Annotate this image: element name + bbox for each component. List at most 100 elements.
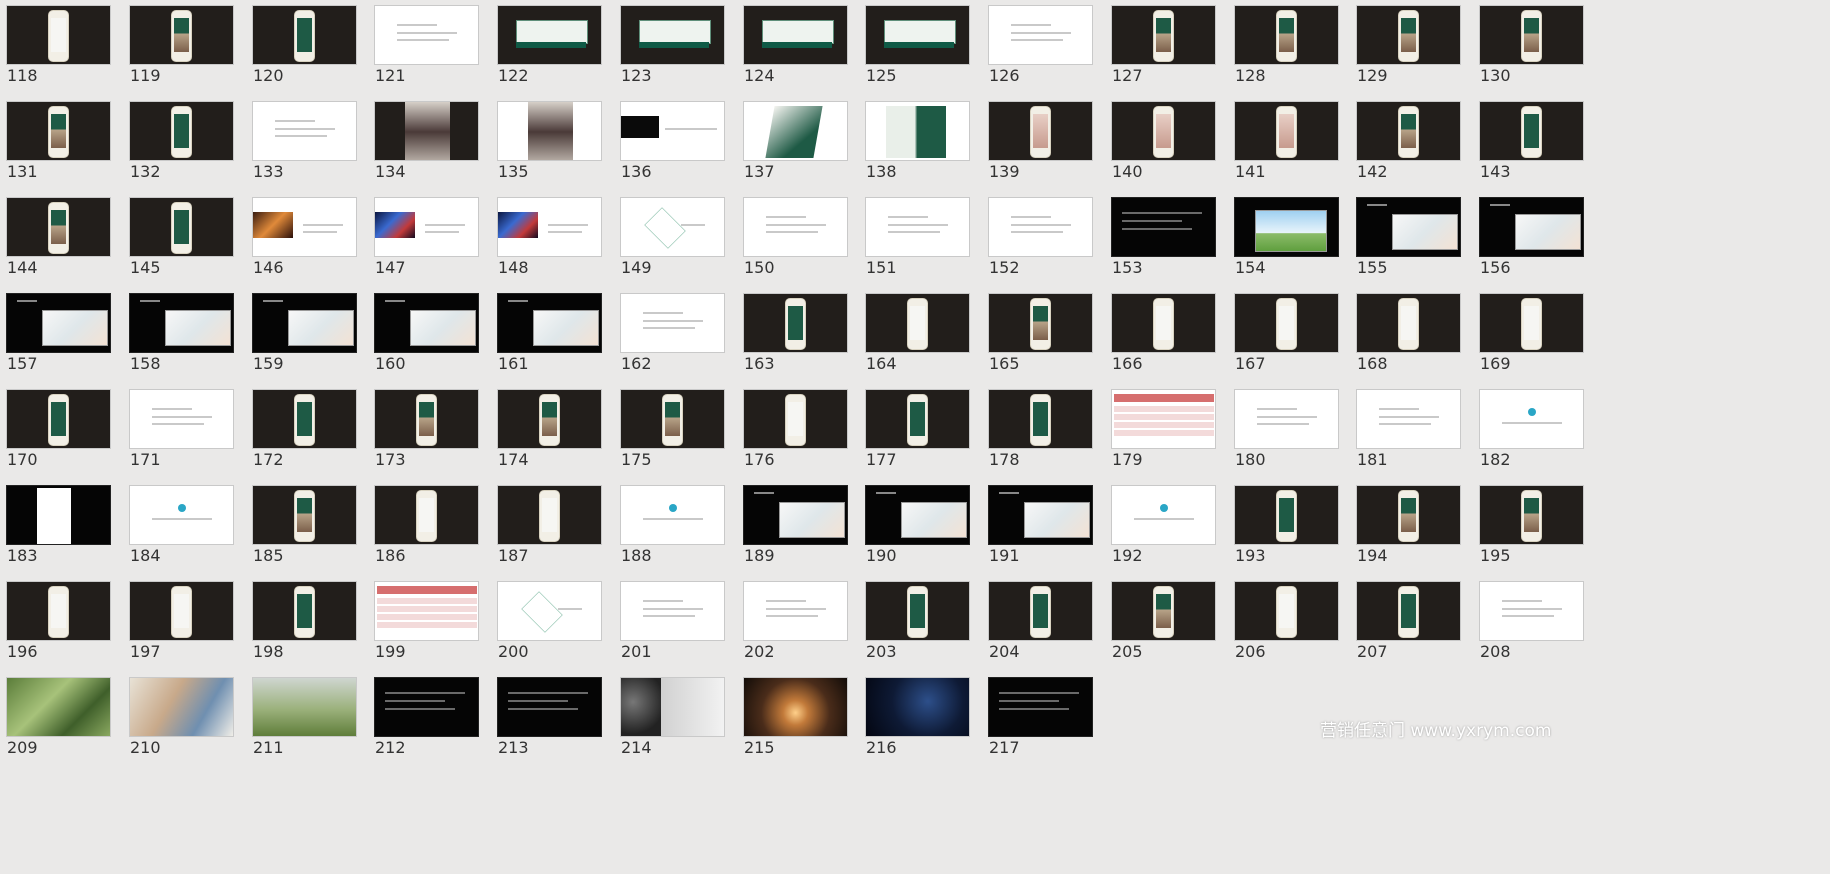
slide-thumbnail[interactable]: 139: [985, 96, 1093, 190]
slide-thumbnail[interactable]: 188: [617, 480, 725, 574]
slide-thumbnail[interactable]: 211: [249, 672, 357, 766]
slide-thumbnail[interactable]: 173: [371, 384, 479, 478]
slide-thumbnail[interactable]: 129: [1353, 0, 1461, 94]
slide-thumbnail[interactable]: 194: [1353, 480, 1461, 574]
slide-thumbnail[interactable]: 145: [126, 192, 234, 286]
slide-thumbnail[interactable]: 144: [3, 192, 111, 286]
slide-thumbnail[interactable]: 166: [1108, 288, 1216, 382]
slide-thumbnail[interactable]: 158: [126, 288, 234, 382]
slide-thumbnail[interactable]: 128: [1231, 0, 1339, 94]
slide-thumbnail[interactable]: 207: [1353, 576, 1461, 670]
slide-thumbnail[interactable]: 216: [862, 672, 970, 766]
slide-thumbnail[interactable]: 169: [1476, 288, 1584, 382]
slide-thumbnail[interactable]: 176: [740, 384, 848, 478]
slide-thumbnail[interactable]: 141: [1231, 96, 1339, 190]
slide-thumbnail[interactable]: 148: [494, 192, 602, 286]
slide-thumbnail[interactable]: 119: [126, 0, 234, 94]
slide-thumbnail[interactable]: 118: [3, 0, 111, 94]
slide-thumbnail[interactable]: 136: [617, 96, 725, 190]
slide-thumbnail[interactable]: 121: [371, 0, 479, 94]
slide-thumbnail[interactable]: 200: [494, 576, 602, 670]
slide-thumbnail[interactable]: 160: [371, 288, 479, 382]
slide-thumbnail[interactable]: 198: [249, 576, 357, 670]
slide-thumbnail[interactable]: 163: [740, 288, 848, 382]
slide-thumbnail[interactable]: 175: [617, 384, 725, 478]
slide-thumbnail[interactable]: 165: [985, 288, 1093, 382]
slide-thumbnail[interactable]: 151: [862, 192, 970, 286]
slide-thumbnail[interactable]: 131: [3, 96, 111, 190]
slide-thumbnail[interactable]: 189: [740, 480, 848, 574]
slide-thumbnail[interactable]: 134: [371, 96, 479, 190]
slide-thumbnail[interactable]: 205: [1108, 576, 1216, 670]
slide-thumbnail[interactable]: 210: [126, 672, 234, 766]
slide-thumbnail[interactable]: 125: [862, 0, 970, 94]
slide-thumbnail[interactable]: 161: [494, 288, 602, 382]
slide-thumbnail[interactable]: 133: [249, 96, 357, 190]
slide-thumbnail[interactable]: 127: [1108, 0, 1216, 94]
slide-thumbnail[interactable]: 214: [617, 672, 725, 766]
slide-thumbnail[interactable]: 142: [1353, 96, 1461, 190]
slide-thumbnail[interactable]: 159: [249, 288, 357, 382]
slide-thumbnail[interactable]: 147: [371, 192, 479, 286]
slide-thumbnail[interactable]: 206: [1231, 576, 1339, 670]
slide-thumbnail[interactable]: 213: [494, 672, 602, 766]
slide-thumbnail[interactable]: 170: [3, 384, 111, 478]
slide-thumbnail[interactable]: 157: [3, 288, 111, 382]
slide-thumbnail[interactable]: 168: [1353, 288, 1461, 382]
slide-thumbnail[interactable]: 204: [985, 576, 1093, 670]
slide-thumbnail[interactable]: 196: [3, 576, 111, 670]
slide-thumbnail[interactable]: 197: [126, 576, 234, 670]
slide-thumbnail[interactable]: 208: [1476, 576, 1584, 670]
slide-thumbnail[interactable]: 120: [249, 0, 357, 94]
slide-thumbnail[interactable]: 146: [249, 192, 357, 286]
slide-thumbnail[interactable]: 140: [1108, 96, 1216, 190]
slide-thumbnail[interactable]: 153: [1108, 192, 1216, 286]
slide-thumbnail[interactable]: 215: [740, 672, 848, 766]
slide-thumbnail[interactable]: 203: [862, 576, 970, 670]
slide-thumbnail[interactable]: 164: [862, 288, 970, 382]
slide-thumbnail[interactable]: 138: [862, 96, 970, 190]
slide-thumbnail[interactable]: 183: [3, 480, 111, 574]
slide-thumbnail[interactable]: 162: [617, 288, 725, 382]
slide-thumbnail[interactable]: 202: [740, 576, 848, 670]
slide-thumbnail[interactable]: 185: [249, 480, 357, 574]
slide-thumbnail[interactable]: 155: [1353, 192, 1461, 286]
slide-thumbnail[interactable]: 130: [1476, 0, 1584, 94]
slide-thumbnail[interactable]: 193: [1231, 480, 1339, 574]
slide-thumbnail[interactable]: 187: [494, 480, 602, 574]
slide-thumbnail[interactable]: 167: [1231, 288, 1339, 382]
slide-thumbnail[interactable]: 135: [494, 96, 602, 190]
slide-thumbnail[interactable]: 154: [1231, 192, 1339, 286]
slide-thumbnail[interactable]: 199: [371, 576, 479, 670]
slide-thumbnail[interactable]: 181: [1353, 384, 1461, 478]
slide-thumbnail[interactable]: 174: [494, 384, 602, 478]
slide-thumbnail[interactable]: 132: [126, 96, 234, 190]
slide-thumbnail[interactable]: 122: [494, 0, 602, 94]
slide-thumbnail[interactable]: 179: [1108, 384, 1216, 478]
slide-thumbnail[interactable]: 192: [1108, 480, 1216, 574]
slide-thumbnail[interactable]: 190: [862, 480, 970, 574]
slide-thumbnail[interactable]: 191: [985, 480, 1093, 574]
slide-thumbnail[interactable]: 171: [126, 384, 234, 478]
slide-thumbnail[interactable]: 156: [1476, 192, 1584, 286]
slide-thumbnail[interactable]: 150: [740, 192, 848, 286]
slide-thumbnail[interactable]: 180: [1231, 384, 1339, 478]
slide-thumbnail[interactable]: 184: [126, 480, 234, 574]
slide-thumbnail[interactable]: 186: [371, 480, 479, 574]
slide-thumbnail[interactable]: 195: [1476, 480, 1584, 574]
slide-thumbnail[interactable]: 124: [740, 0, 848, 94]
slide-thumbnail[interactable]: 149: [617, 192, 725, 286]
slide-thumbnail[interactable]: 209: [3, 672, 111, 766]
slide-thumbnail[interactable]: 182: [1476, 384, 1584, 478]
slide-thumbnail[interactable]: 217: [985, 672, 1093, 766]
slide-thumbnail[interactable]: 143: [1476, 96, 1584, 190]
slide-thumbnail[interactable]: 212: [371, 672, 479, 766]
slide-thumbnail[interactable]: 172: [249, 384, 357, 478]
slide-thumbnail[interactable]: 152: [985, 192, 1093, 286]
slide-thumbnail[interactable]: 178: [985, 384, 1093, 478]
slide-thumbnail[interactable]: 137: [740, 96, 848, 190]
slide-thumbnail[interactable]: 123: [617, 0, 725, 94]
slide-thumbnail[interactable]: 126: [985, 0, 1093, 94]
slide-thumbnail[interactable]: 201: [617, 576, 725, 670]
slide-thumbnail[interactable]: 177: [862, 384, 970, 478]
